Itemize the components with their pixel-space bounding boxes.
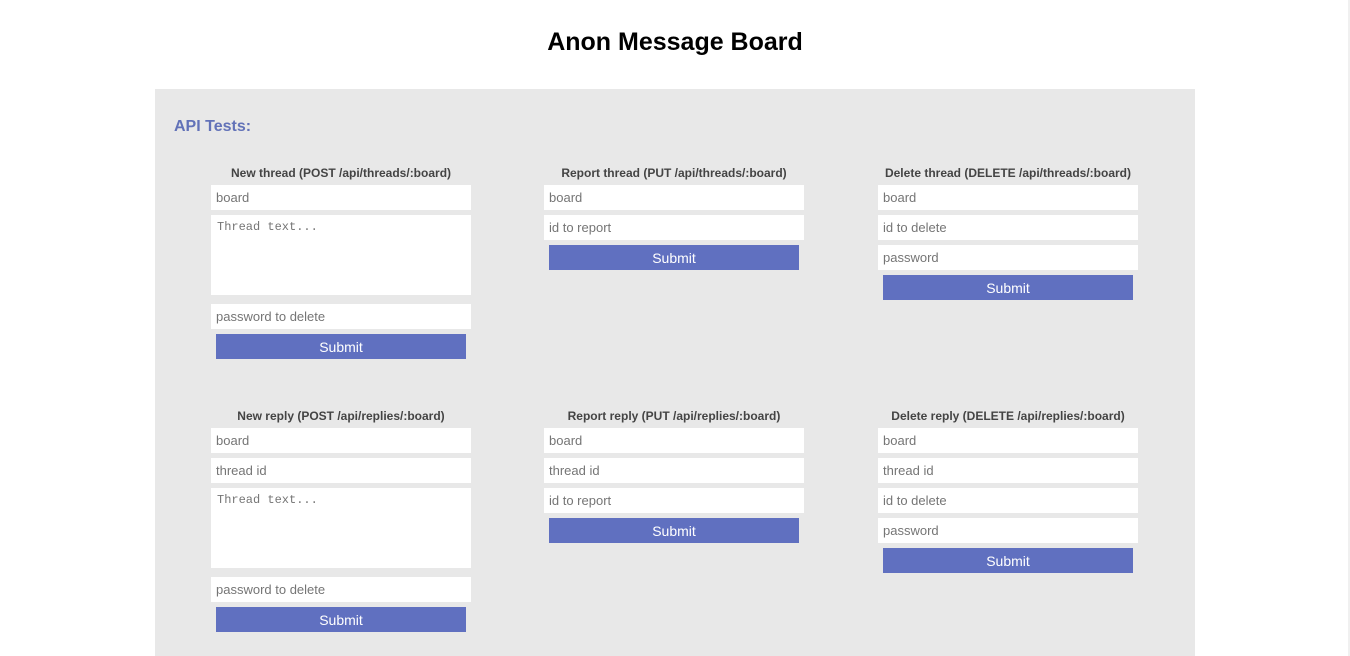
report-thread-submit-button[interactable]: Submit [549, 245, 799, 270]
report-thread-form: Report thread (PUT /api/threads/:board) … [544, 163, 804, 270]
report-reply-submit-button[interactable]: Submit [549, 518, 799, 543]
new-reply-thread-id-input[interactable] [211, 458, 471, 483]
report-thread-id-input[interactable] [544, 215, 804, 240]
report-thread-form-title: Report thread (PUT /api/threads/:board) [561, 166, 787, 180]
new-reply-form: New reply (POST /api/replies/:board) Sub… [211, 406, 471, 632]
delete-thread-form-title: Delete thread (DELETE /api/threads/:boar… [884, 166, 1132, 180]
new-reply-password-input[interactable] [211, 577, 471, 602]
report-thread-board-input[interactable] [544, 185, 804, 210]
report-reply-board-input[interactable] [544, 428, 804, 453]
new-thread-form-title: New thread (POST /api/threads/:board) [230, 166, 452, 180]
new-thread-board-input[interactable] [211, 185, 471, 210]
new-thread-form: New thread (POST /api/threads/:board) Su… [211, 163, 471, 359]
new-reply-text-input[interactable] [211, 488, 471, 568]
report-reply-form: Report reply (PUT /api/replies/:board) S… [544, 406, 804, 543]
delete-thread-id-input[interactable] [878, 215, 1138, 240]
new-reply-submit-button[interactable]: Submit [216, 607, 466, 632]
new-thread-password-input[interactable] [211, 304, 471, 329]
report-reply-thread-id-input[interactable] [544, 458, 804, 483]
api-tests-heading: API Tests: [174, 118, 252, 135]
delete-reply-form: Delete reply (DELETE /api/replies/:board… [878, 406, 1138, 573]
api-tests-panel: API Tests: New thread (POST /api/threads… [155, 89, 1195, 656]
report-reply-form-title: Report reply (PUT /api/replies/:board) [567, 409, 781, 423]
delete-thread-submit-button[interactable]: Submit [883, 275, 1133, 300]
delete-thread-form: Delete thread (DELETE /api/threads/:boar… [878, 163, 1138, 300]
new-thread-submit-button[interactable]: Submit [216, 334, 466, 359]
delete-reply-board-input[interactable] [878, 428, 1138, 453]
new-reply-board-input[interactable] [211, 428, 471, 453]
delete-reply-submit-button[interactable]: Submit [883, 548, 1133, 573]
report-reply-id-input[interactable] [544, 488, 804, 513]
delete-thread-board-input[interactable] [878, 185, 1138, 210]
delete-thread-password-input[interactable] [878, 245, 1138, 270]
delete-reply-form-title: Delete reply (DELETE /api/replies/:board… [891, 409, 1125, 423]
delete-reply-id-input[interactable] [878, 488, 1138, 513]
new-reply-form-title: New reply (POST /api/replies/:board) [237, 409, 445, 423]
new-thread-text-input[interactable] [211, 215, 471, 295]
page-title: Anon Message Board [547, 28, 803, 56]
delete-reply-thread-id-input[interactable] [878, 458, 1138, 483]
delete-reply-password-input[interactable] [878, 518, 1138, 543]
